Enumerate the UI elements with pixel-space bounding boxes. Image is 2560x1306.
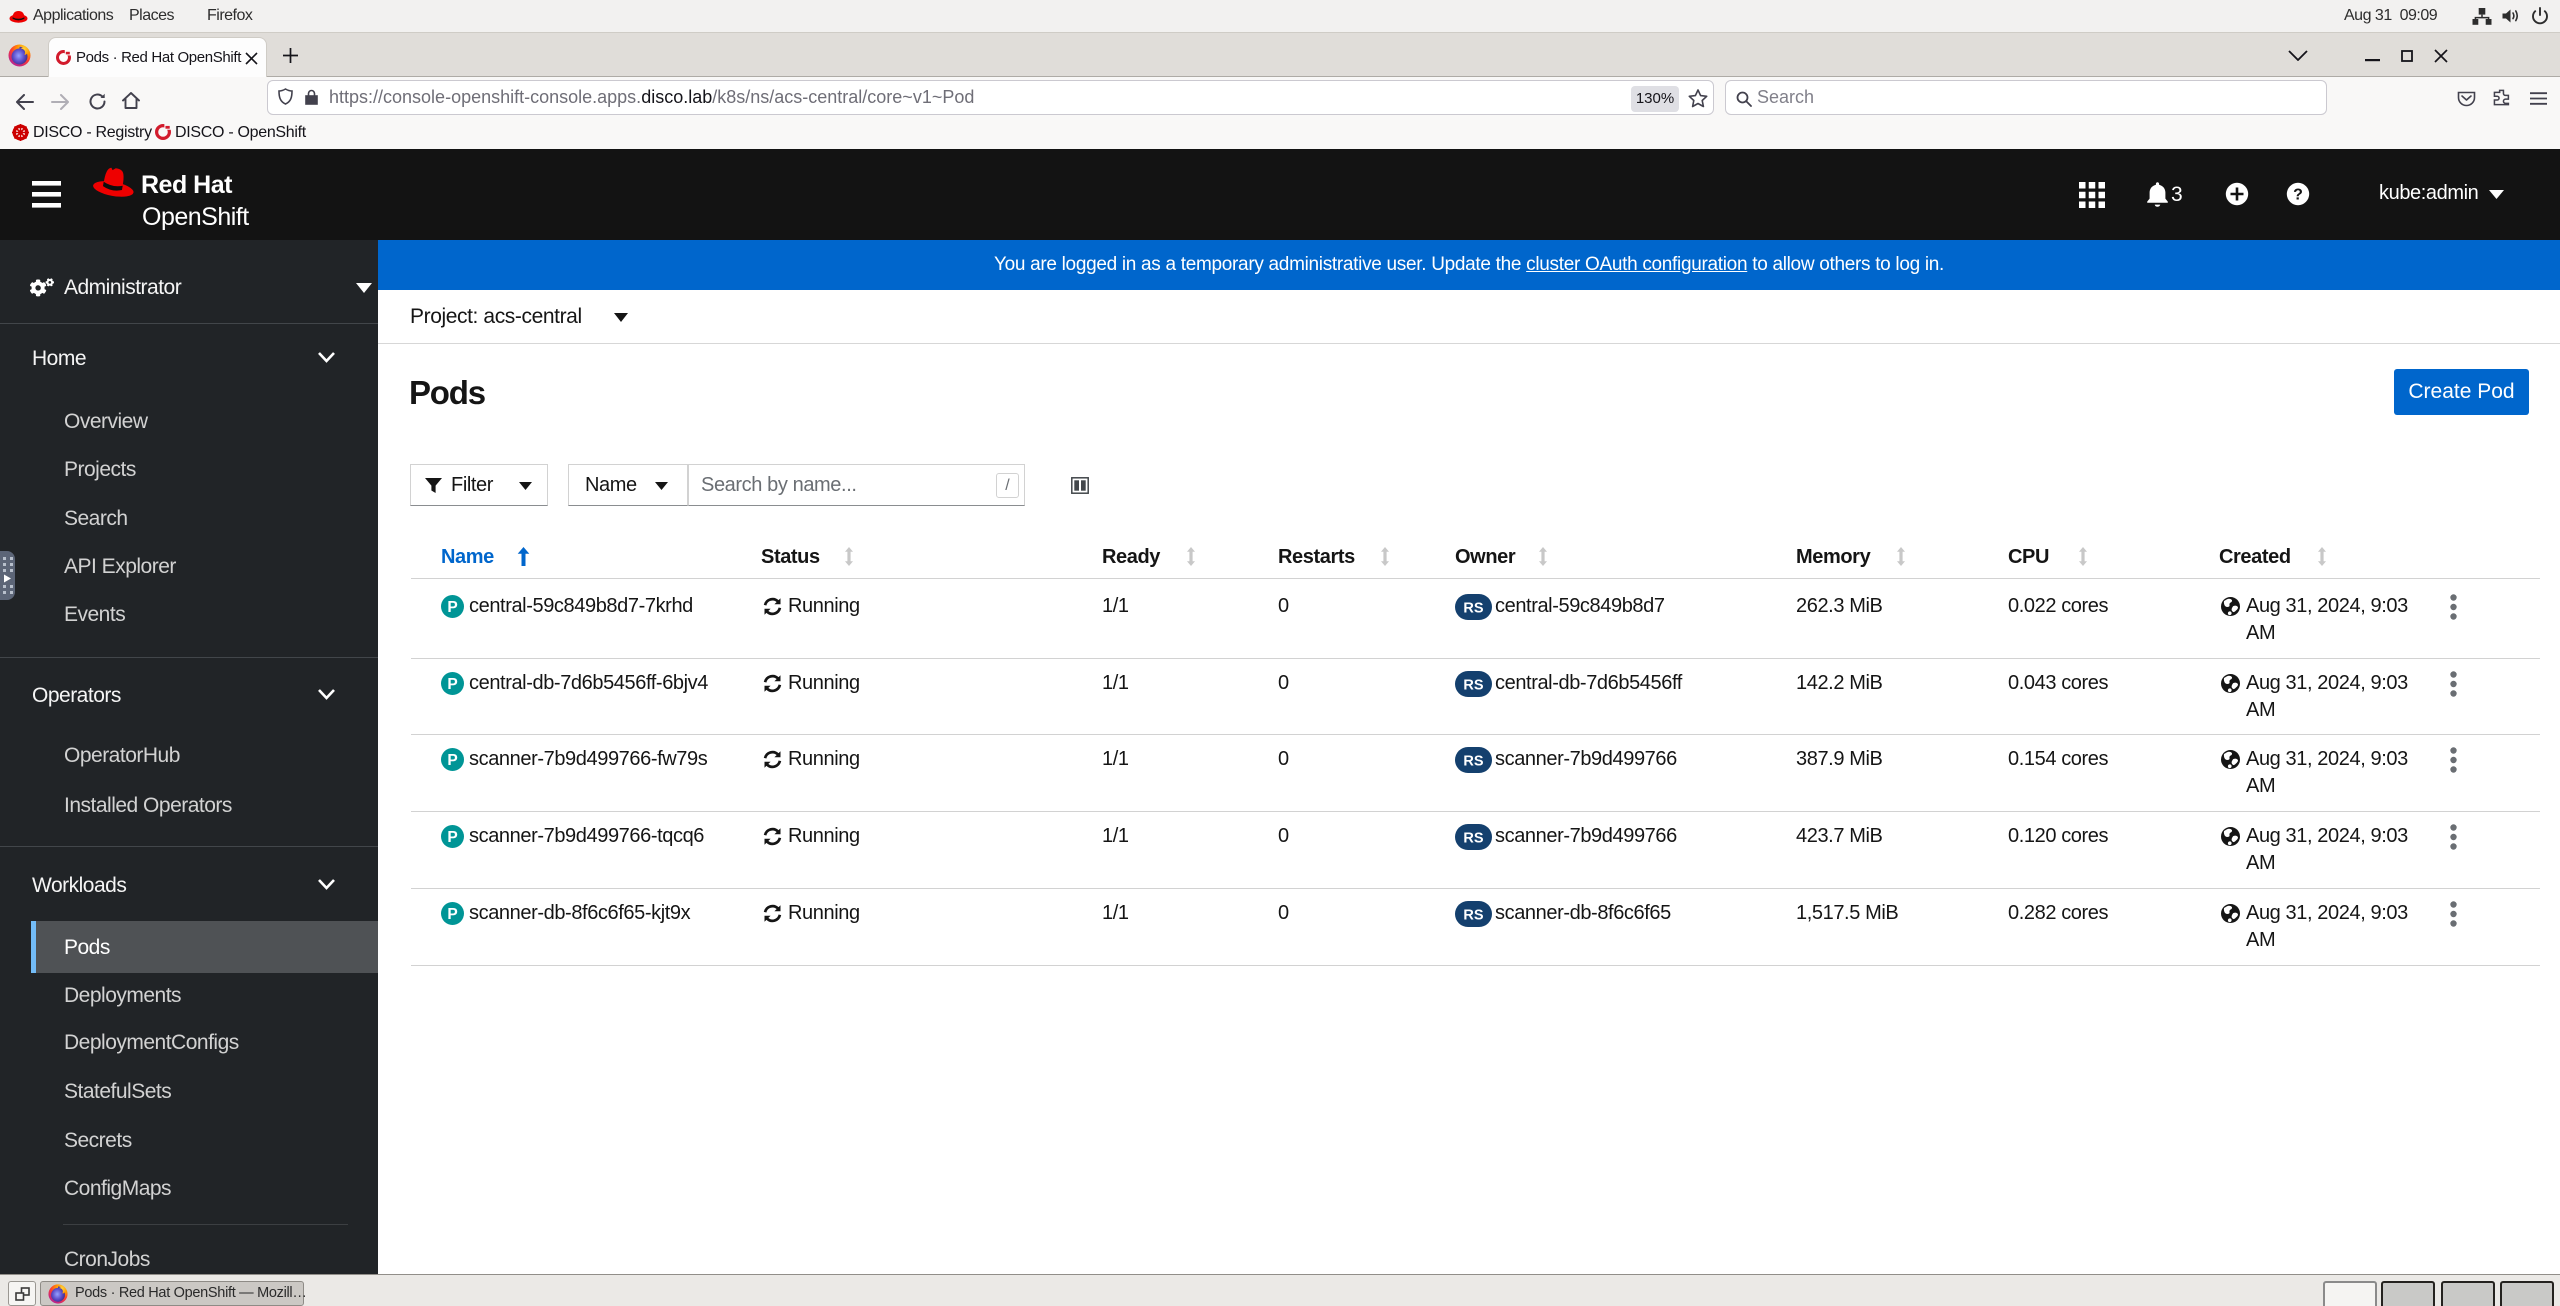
- svg-text:?: ?: [2293, 187, 2303, 204]
